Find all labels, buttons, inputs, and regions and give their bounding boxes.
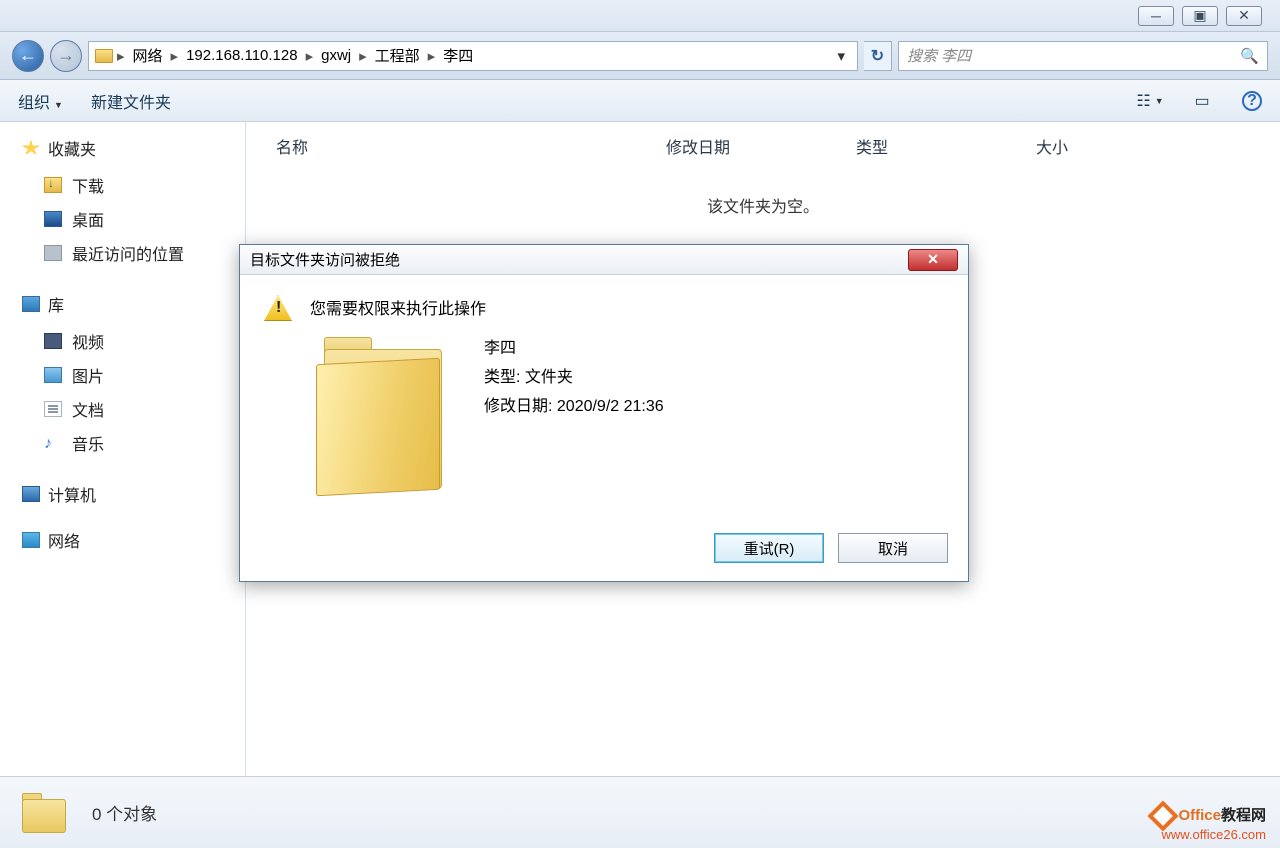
star-icon: [22, 140, 40, 156]
music-icon: ♪: [44, 435, 62, 451]
folder-date: 修改日期: 2020/9/2 21:36: [484, 393, 664, 422]
folder-large-icon: [316, 331, 456, 501]
sidebar-computer[interactable]: 计算机: [22, 482, 245, 506]
status-folder-icon: [18, 791, 72, 835]
access-denied-dialog: 目标文件夹访问被拒绝 ✕ 您需要权限来执行此操作 李四 类型: 文件夹 修改日期…: [239, 244, 969, 582]
breadcrumb-network[interactable]: 网络: [129, 45, 167, 66]
organize-menu[interactable]: 组织: [18, 89, 63, 113]
empty-folder-text: 该文件夹为空。: [246, 193, 1280, 217]
network-icon: [22, 532, 40, 548]
picture-icon: [44, 367, 62, 383]
toolbar: 组织 新建文件夹 ☷ ▭ ?: [0, 80, 1280, 122]
folder-type: 类型: 文件夹: [484, 364, 664, 393]
dialog-message: 您需要权限来执行此操作: [310, 295, 486, 319]
view-options-button[interactable]: ☷: [1138, 91, 1162, 111]
breadcrumb-sep: ▸: [117, 47, 125, 65]
navigation-sidebar: 收藏夹 下载 桌面 最近访问的位置 库 视频 图片 文档 ♪音乐 计算机 网络: [0, 122, 246, 776]
sidebar-videos[interactable]: 视频: [22, 324, 245, 358]
sidebar-recent[interactable]: 最近访问的位置: [22, 236, 245, 270]
address-dropdown-icon[interactable]: ▾: [831, 47, 851, 65]
search-input[interactable]: 搜索 李四 🔍: [898, 41, 1268, 71]
sidebar-pictures[interactable]: 图片: [22, 358, 245, 392]
breadcrumb-user[interactable]: 李四: [439, 45, 477, 66]
column-type[interactable]: 类型: [856, 134, 1036, 158]
search-placeholder: 搜索 李四: [907, 45, 971, 66]
dialog-title: 目标文件夹访问被拒绝: [250, 249, 400, 270]
sidebar-desktop[interactable]: 桌面: [22, 202, 245, 236]
breadcrumb-gxwj[interactable]: gxwj: [317, 47, 355, 64]
sidebar-documents[interactable]: 文档: [22, 392, 245, 426]
folder-name: 李四: [484, 335, 664, 364]
refresh-button[interactable]: ↻: [864, 41, 892, 71]
minimize-button[interactable]: ─: [1138, 6, 1174, 26]
sidebar-libraries[interactable]: 库: [22, 292, 245, 316]
close-window-button[interactable]: ✕: [1226, 6, 1262, 26]
status-bar: 0 个对象: [0, 776, 1280, 848]
retry-button[interactable]: 重试(R): [714, 533, 824, 563]
breadcrumb-ip[interactable]: 192.168.110.128: [182, 47, 302, 64]
folder-icon: [95, 49, 113, 63]
column-headers: 名称 修改日期 类型 大小: [246, 122, 1280, 171]
forward-button[interactable]: →: [50, 40, 82, 72]
sidebar-music[interactable]: ♪音乐: [22, 426, 245, 460]
new-folder-button[interactable]: 新建文件夹: [91, 89, 171, 113]
column-name[interactable]: 名称: [276, 134, 666, 158]
cancel-button[interactable]: 取消: [838, 533, 948, 563]
watermark: Office教程网 www.office26.com: [1152, 804, 1266, 842]
recent-icon: [44, 245, 62, 261]
download-icon: [44, 177, 62, 193]
sidebar-favorites[interactable]: 收藏夹: [22, 136, 245, 160]
breadcrumb-dept[interactable]: 工程部: [371, 45, 424, 66]
help-button[interactable]: ?: [1242, 91, 1262, 111]
column-date[interactable]: 修改日期: [666, 134, 856, 158]
sidebar-downloads[interactable]: 下载: [22, 168, 245, 202]
warning-icon: [264, 295, 292, 321]
computer-icon: [22, 486, 40, 502]
status-text: 0 个对象: [92, 800, 157, 825]
dialog-titlebar: 目标文件夹访问被拒绝 ✕: [240, 245, 968, 275]
navigation-bar: ← → ▸ 网络 ▸ 192.168.110.128 ▸ gxwj ▸ 工程部 …: [0, 32, 1280, 80]
window-titlebar: ─ ▣ ✕: [0, 0, 1280, 32]
dialog-close-button[interactable]: ✕: [908, 249, 958, 271]
desktop-icon: [44, 211, 62, 227]
video-icon: [44, 333, 62, 349]
column-size[interactable]: 大小: [1036, 134, 1156, 158]
preview-pane-button[interactable]: ▭: [1190, 91, 1214, 111]
document-icon: [44, 401, 62, 417]
address-bar[interactable]: ▸ 网络 ▸ 192.168.110.128 ▸ gxwj ▸ 工程部 ▸ 李四…: [88, 41, 858, 71]
maximize-button[interactable]: ▣: [1182, 6, 1218, 26]
back-button[interactable]: ←: [12, 40, 44, 72]
search-icon[interactable]: 🔍: [1240, 47, 1259, 65]
sidebar-network[interactable]: 网络: [22, 528, 245, 552]
folder-info: 李四 类型: 文件夹 修改日期: 2020/9/2 21:36: [484, 331, 664, 501]
library-icon: [22, 296, 40, 312]
